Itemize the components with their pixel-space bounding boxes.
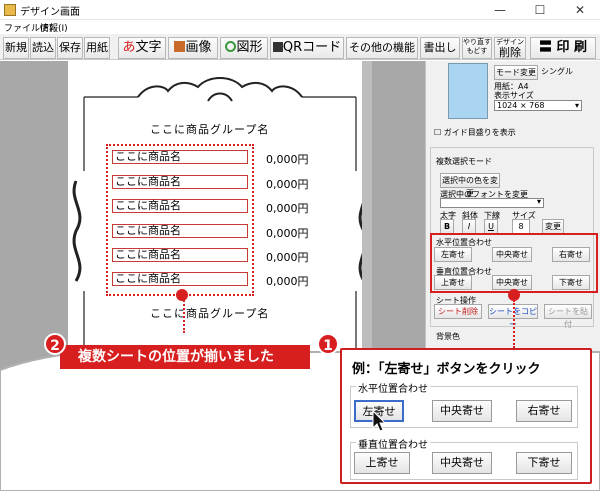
print-label: 印 刷 [556, 40, 588, 55]
change-color-button[interactable]: 選択中の色を変更 [440, 173, 500, 198]
callout-dot [176, 289, 188, 301]
callout-line [183, 297, 185, 333]
maximize-button[interactable]: ☐ [520, 0, 560, 20]
item-name[interactable]: ここに商品名 [112, 224, 248, 238]
redo-label: やり直す [463, 38, 491, 46]
guide-checkbox[interactable]: ☐ ガイド目盛りを表示 [434, 127, 516, 138]
close-button[interactable]: ✕ [560, 0, 600, 20]
design-delete-button[interactable]: デザイン 削除 [494, 37, 526, 59]
other-functions-button[interactable]: その他の機能 [346, 37, 418, 59]
item-price[interactable]: 0,000円 [266, 225, 309, 241]
undo-label: もどす [466, 47, 488, 55]
mouse-cursor-icon [372, 410, 387, 432]
open-button[interactable]: 読込 [30, 37, 56, 59]
zoom-align-bottom-button[interactable]: 下寄せ [516, 452, 572, 474]
step2-banner: 複数シートの位置が揃いました [60, 345, 310, 369]
sheet-delete-button[interactable]: シート削除 [434, 304, 482, 319]
text-label: 文字 [135, 40, 162, 55]
delete-label: 削除 [499, 46, 521, 59]
sheet-paste-button[interactable]: シートを貼付 [544, 304, 592, 329]
sheet-preview[interactable] [448, 63, 488, 119]
menu-bar: ファイル(F) 情報(I) [0, 20, 600, 34]
step2-text: 複数シートの位置が揃いました [78, 349, 274, 365]
item-name[interactable]: ここに商品名 [112, 272, 248, 286]
minimize-button[interactable]: — [480, 0, 520, 20]
apply-size-button[interactable]: 変更 [542, 219, 564, 234]
font-select[interactable]: ▾ [440, 197, 544, 208]
chevron-down-icon: ▾ [574, 101, 579, 110]
mode-value: シングル [541, 67, 573, 76]
item-price[interactable]: 0,000円 [266, 249, 309, 265]
qr-icon [272, 42, 283, 52]
bold-button[interactable]: B [440, 219, 454, 234]
item-price[interactable]: 0,000円 [266, 200, 309, 216]
step2-number: 2 [44, 333, 66, 355]
item-price[interactable]: 0,000円 [266, 273, 309, 289]
qr-button[interactable]: QRコード [270, 37, 344, 59]
export-button[interactable]: 書出し [420, 37, 460, 59]
shape-button[interactable]: 図形 [220, 37, 268, 59]
callout-line [513, 300, 515, 348]
italic-button[interactable]: I [462, 219, 476, 234]
item-price[interactable]: 0,000円 [266, 151, 309, 167]
window-title: デザイン画面 [20, 7, 80, 18]
chevron-down-icon: ▾ [536, 197, 541, 206]
shape-label: 図形 [236, 40, 263, 55]
zoom-align-middle-button[interactable]: 中央寄せ [432, 452, 492, 474]
multi-select-label: 複数選択モード [436, 157, 492, 166]
zoom-align-right-button[interactable]: 右寄せ [516, 400, 572, 422]
zoom-align-top-button[interactable]: 上寄せ [354, 452, 410, 474]
save-button[interactable]: 保存 [57, 37, 83, 59]
qr-label: QRコード [282, 40, 342, 55]
zoom-vertical-label: 垂直位置合わせ [356, 436, 430, 451]
step1-number: 1 [317, 333, 339, 355]
group-title-top[interactable]: ここに商品グループ名 [150, 121, 269, 137]
guide-checkbox-label: ガイド目盛りを表示 [443, 128, 516, 137]
title-bar: デザイン画面 — ☐ ✕ [0, 0, 600, 20]
display-size-value: 1024 × 768 [497, 101, 545, 110]
paper-button[interactable]: 用紙 [84, 37, 110, 59]
toolbar: 新規 読込 保存 用紙 あ文字 画像 図形 QRコード その他の機能 書出し や… [0, 34, 600, 60]
item-name[interactable]: ここに商品名 [112, 199, 248, 213]
highlight-frame [430, 233, 598, 293]
zoom-horizontal-label: 水平位置合わせ [356, 380, 430, 395]
redo-undo-button[interactable]: やり直す もどす [462, 37, 492, 59]
display-size-select[interactable]: 1024 × 768 ▾ [494, 100, 582, 111]
step1-text: 例：「左寄せ」ボタンをクリック [352, 362, 541, 377]
size-input[interactable]: 8 [512, 219, 530, 234]
item-name[interactable]: ここに商品名 [112, 248, 248, 262]
app-icon [4, 4, 16, 16]
group-title-bottom[interactable]: ここに商品グループ名 [150, 305, 269, 321]
menu-info[interactable]: 情報(I) [40, 21, 68, 34]
image-icon [174, 41, 186, 52]
zoom-align-center-button[interactable]: 中央寄せ [432, 400, 492, 422]
image-button[interactable]: 画像 [168, 37, 218, 59]
circle-icon [225, 41, 237, 52]
item-name[interactable]: ここに商品名 [112, 175, 248, 189]
image-label: 画像 [185, 40, 212, 55]
print-icon: 〓 [538, 40, 557, 55]
new-button[interactable]: 新規 [3, 37, 29, 59]
text-button[interactable]: あ文字 [118, 37, 166, 59]
item-name[interactable]: ここに商品名 [112, 150, 248, 164]
zoom-panel: 例：「左寄せ」ボタンをクリック 水平位置合わせ 左寄せ 中央寄せ 右寄せ 垂直位… [340, 348, 592, 484]
mode-change-button[interactable]: モード変更 [494, 65, 538, 80]
item-price[interactable]: 0,000円 [266, 176, 309, 192]
text-icon: あ [122, 40, 136, 55]
print-button[interactable]: 〓 印 刷 [530, 37, 596, 59]
underline-button[interactable]: U [484, 219, 498, 234]
